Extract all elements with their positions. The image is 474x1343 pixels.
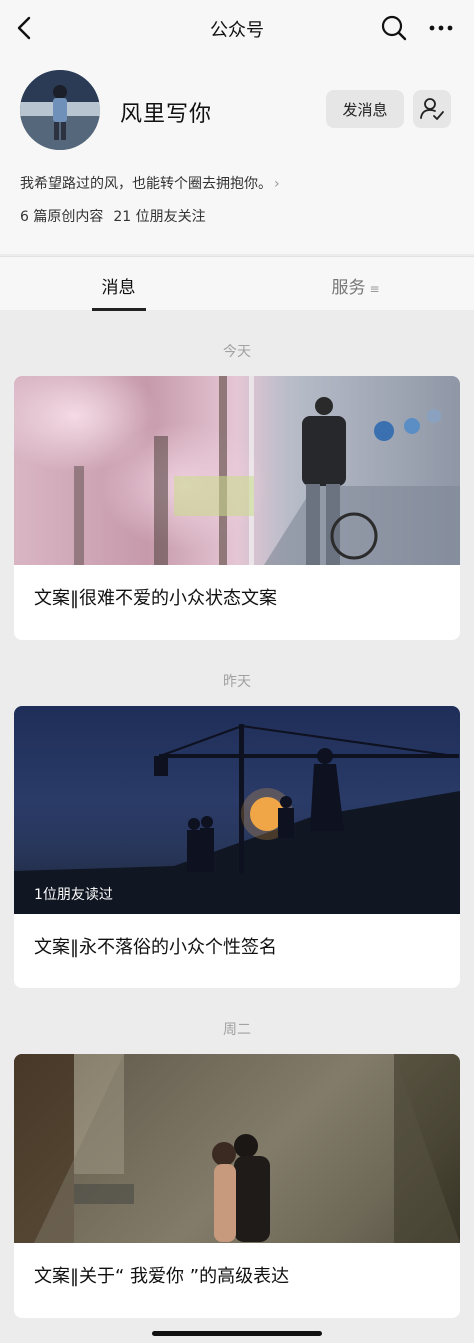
search-icon[interactable] xyxy=(380,14,408,42)
feed-date: 昨天 xyxy=(223,674,251,690)
more-dots-icon[interactable] xyxy=(426,14,456,42)
friends-following: 21 位朋友关注 xyxy=(113,209,206,225)
article-card[interactable]: 文案‖很难不爱的小众状态文案 xyxy=(14,376,460,640)
tab-services[interactable]: 服务 ≡ xyxy=(237,273,474,298)
feed-date: 今天 xyxy=(223,344,251,360)
account-stats: 6 篇原创内容 21 位朋友关注 xyxy=(20,206,216,226)
article-title: 文案‖永不落俗的小众个性签名 xyxy=(34,937,277,958)
feed-date: 周二 xyxy=(223,1022,251,1038)
tab-label: 服务 xyxy=(331,278,366,298)
user-check-icon xyxy=(420,98,444,120)
account-profile: 风里写你 发消息 我希望路过的风，也能转个圈去拥抱你。 › 6 篇原创内容 21 位… xyxy=(0,56,474,254)
follow-status-button[interactable] xyxy=(413,90,451,128)
home-indicator xyxy=(152,1331,322,1336)
article-card[interactable]: 文案‖关于“ 我爱你 ”的高级表达 xyxy=(14,1054,460,1318)
article-cover-image xyxy=(14,376,460,565)
active-tab-indicator xyxy=(92,308,146,311)
article-card[interactable]: 1位朋友读过 文案‖永不落俗的小众个性签名 xyxy=(14,706,460,988)
article-title: 文案‖很难不爱的小众状态文案 xyxy=(34,588,277,609)
menu-lines-icon: ≡ xyxy=(369,282,380,296)
account-bio[interactable]: 我希望路过的风，也能转个圈去拥抱你。 › xyxy=(20,173,280,193)
chevron-right-icon: › xyxy=(274,176,280,192)
tab-label: 消息 xyxy=(101,278,136,298)
article-cover-image: 1位朋友读过 xyxy=(14,706,460,914)
original-count: 6 篇原创内容 xyxy=(20,209,104,225)
article-title: 文案‖关于“ 我爱你 ”的高级表达 xyxy=(34,1266,290,1287)
send-message-button[interactable]: 发消息 xyxy=(326,90,404,128)
tab-messages[interactable]: 消息 xyxy=(0,273,237,298)
top-nav-bar: 公众号 xyxy=(0,0,474,56)
avatar[interactable] xyxy=(20,70,100,150)
bio-text: 我希望路过的风，也能转个圈去拥抱你。 xyxy=(20,176,272,192)
friends-read-badge: 1位朋友读过 xyxy=(34,887,113,903)
article-cover-image xyxy=(14,1054,460,1243)
tab-bar: 消息 服务 ≡ xyxy=(0,256,474,311)
account-name: 风里写你 xyxy=(120,102,213,127)
